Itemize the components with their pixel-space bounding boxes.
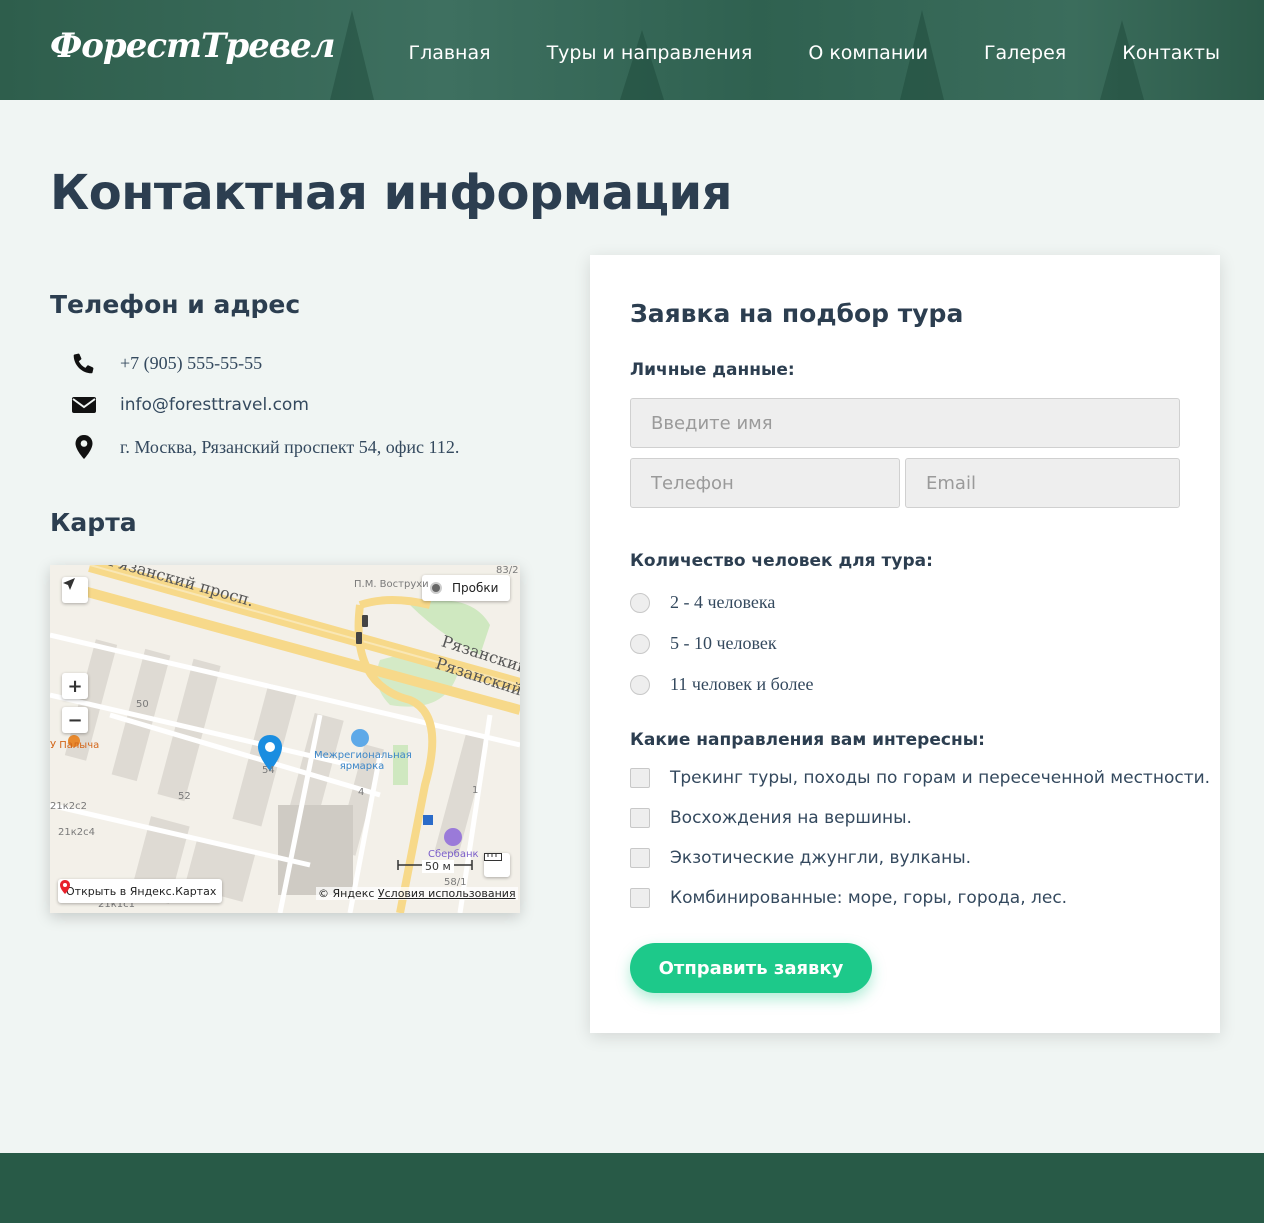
address-text: г. Москва, Рязанский проспект 54, офис 1… [120,436,460,457]
map-title: Карта [50,508,137,537]
map-label: 52 [178,791,191,802]
tour-request-form: Заявка на подбор тура Личные данные: Кол… [590,255,1220,1033]
site-header: ФорестТревел Главная Туры и направления … [0,0,1264,100]
submit-button[interactable]: Отправить заявку [630,943,872,993]
traffic-icon [430,582,442,594]
name-input[interactable] [630,398,1180,448]
map-copyright: © Яндекс Условия использования [316,887,518,900]
personal-data-label: Личные данные: [630,360,795,380]
direction-option[interactable]: Трекинг туры, походы по горам и пересече… [630,768,1210,788]
phone-icon [70,349,98,377]
people-option[interactable]: 11 человек и более [630,674,814,695]
radio-label[interactable]: 5 - 10 человек [670,633,777,654]
locate-button[interactable] [62,577,88,603]
ruler-button[interactable] [484,853,510,877]
phone-row: +7 (905) 555-55-55 [70,349,262,377]
envelope-icon [70,391,98,419]
locate-icon [63,578,75,590]
radio-button[interactable] [630,592,650,613]
map-label: 21к2с2 [50,801,87,812]
form-title: Заявка на подбор тура [630,299,964,328]
checkbox[interactable] [630,808,650,828]
phone-input[interactable] [630,458,900,508]
header-decor [620,30,664,100]
map-label: 1 [472,785,479,796]
map-label: 4 [358,787,365,798]
direction-option[interactable]: Комбинированные: море, горы, города, лес… [630,888,1067,908]
people-option[interactable]: 5 - 10 человек [630,633,777,654]
map-label: 50 [136,699,149,710]
zoom-in-button[interactable]: + [62,673,88,699]
radio-label[interactable]: 2 - 4 человека [670,592,775,613]
map-label: 21к2с4 [58,827,95,838]
checkbox[interactable] [630,848,650,868]
map-poi-label[interactable]: Межрегиональная ярмарка [314,750,412,772]
map-poi-label[interactable]: У Палыча [50,740,99,751]
radio-label[interactable]: 11 человек и более [670,674,814,695]
ruler-icon [484,853,502,861]
header-decor [330,10,374,100]
yandex-map[interactable]: + − Пробки Рязанский просп. Рязанский Ря… [50,565,520,913]
nav-contacts[interactable]: Контакты [1122,42,1220,64]
map-scale: 50 м [422,860,454,873]
map-label: 54 [262,765,275,776]
contacts-title: Телефон и адрес [50,290,301,319]
email-row: info@foresttravel.com [70,391,309,419]
people-count-label: Количество человек для тура: [630,551,933,571]
map-label: П.М. Вострухи [354,579,429,590]
checkbox-label[interactable]: Комбинированные: море, горы, города, лес… [670,888,1067,908]
radio-button[interactable] [630,674,650,695]
traffic-toggle[interactable]: Пробки [422,575,510,601]
map-poi-label[interactable]: Сбербанк [428,849,479,860]
terms-link[interactable]: Условия использования [378,887,516,900]
direction-option[interactable]: Восхождения на вершины. [630,808,912,828]
map-pin-icon [70,433,98,461]
checkbox-label[interactable]: Восхождения на вершины. [670,808,912,828]
nav-about[interactable]: О компании [808,42,928,64]
checkbox[interactable] [630,768,650,788]
traffic-label: Пробки [452,581,499,595]
email-input[interactable] [905,458,1180,508]
map-label: 83/2 [496,565,519,576]
nav-gallery[interactable]: Галерея [984,42,1066,64]
page-title: Контактная информация [50,165,732,221]
main-nav: Главная Туры и направления О компании Га… [408,42,1220,64]
email-text[interactable]: info@foresttravel.com [120,395,309,415]
nav-tours[interactable]: Туры и направления [547,42,753,64]
radio-button[interactable] [630,633,650,654]
phone-text[interactable]: +7 (905) 555-55-55 [120,353,262,374]
directions-label: Какие направления вам интересны: [630,730,985,750]
open-in-yandex-text: Открыть в Яндекс.Картах [66,884,217,898]
site-footer [0,1153,1264,1223]
checkbox-label[interactable]: Трекинг туры, походы по горам и пересече… [670,768,1210,788]
address-row: г. Москва, Рязанский проспект 54, офис 1… [70,433,459,461]
zoom-out-button[interactable]: − [62,707,88,733]
checkbox-label[interactable]: Экзотические джунгли, вулканы. [670,848,971,868]
yandex-copyright: © Яндекс [318,887,375,900]
checkbox[interactable] [630,888,650,908]
direction-option[interactable]: Экзотические джунгли, вулканы. [630,848,971,868]
site-logo[interactable]: ФорестТревел [50,26,336,66]
people-option[interactable]: 2 - 4 человека [630,592,775,613]
yandex-pin-icon [60,880,70,894]
open-in-yandex-link[interactable]: Открыть в Яндекс.Картах [58,879,223,903]
nav-home[interactable]: Главная [408,42,490,64]
